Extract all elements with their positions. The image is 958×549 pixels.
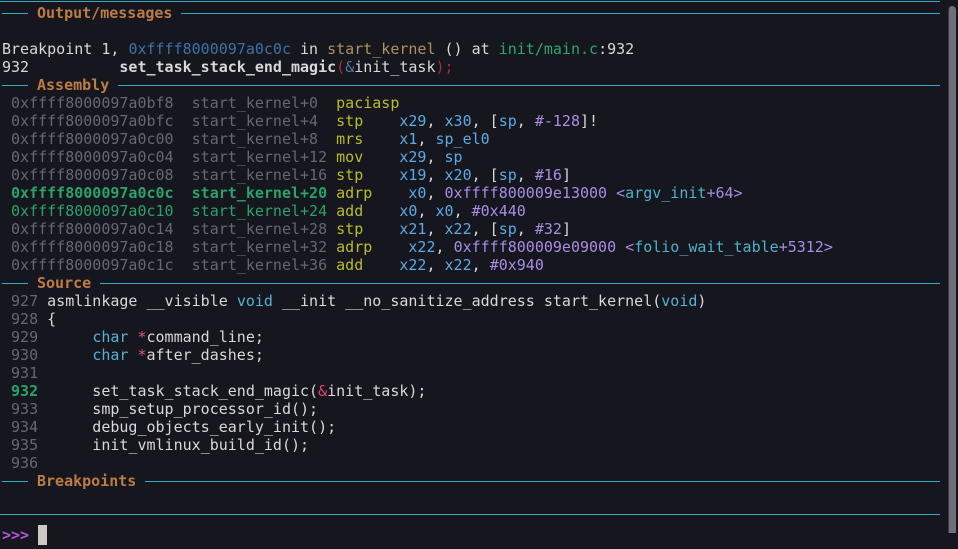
section-divider-breakpoints: Breakpoints — [2, 472, 940, 490]
section-divider-output-messages: Output/messages — [2, 4, 940, 22]
src-line: 934 debug_objects_early_init(); — [2, 418, 940, 436]
section-title: Output/messages — [37, 4, 172, 22]
blank-line — [2, 22, 940, 40]
asm-line: 0xffff8000097a0bf8 start_kernel+0 pacias… — [2, 94, 940, 112]
src-line: 931 — [2, 364, 940, 382]
command-prompt[interactable]: >>> — [2, 520, 940, 549]
section-divider-assembly: Assembly — [2, 76, 940, 94]
terminal-screen: Output/messages Breakpoint 1, 0xffff80000… — [0, 0, 958, 533]
asm-line-next: 0xffff8000097a0c10 start_kernel+24 add x… — [2, 202, 940, 220]
src-line: 930 char *after_dashes; — [2, 346, 940, 364]
asm-line: 0xffff8000097a0c00 start_kernel+8 mrs x1… — [2, 130, 940, 148]
src-line: 929 char *command_line; — [2, 328, 940, 346]
asm-line: 0xffff8000097a0c04 start_kernel+12 mov x… — [2, 148, 940, 166]
text-cursor — [38, 525, 47, 545]
section-title: Breakpoints — [37, 472, 136, 490]
src-line: 936 — [2, 454, 940, 472]
src-line: 927 asmlinkage __visible void __init __n… — [2, 292, 940, 310]
console-line-breakpoint-hit: Breakpoint 1, 0xffff8000097a0c0c in star… — [2, 40, 940, 58]
scrollbar-thumb[interactable] — [948, 6, 956, 533]
section-title: Assembly — [37, 76, 109, 94]
section-divider-source: Source — [2, 274, 940, 292]
src-line: 935 init_vmlinux_build_id(); — [2, 436, 940, 454]
terminal-rows: Output/messages Breakpoint 1, 0xffff80000… — [2, 4, 940, 520]
asm-line: 0xffff8000097a0c08 start_kernel+16 stp x… — [2, 166, 940, 184]
src-line: 928 { — [2, 310, 940, 328]
console-line-source-echo: 932 set_task_stack_end_magic(&init_task)… — [2, 58, 940, 76]
section-title: Source — [37, 274, 91, 292]
prompt-symbol: >>> — [2, 526, 29, 544]
src-line-current: 932 set_task_stack_end_magic(&init_task)… — [2, 382, 940, 400]
asm-line: 0xffff8000097a0bfc start_kernel+4 stp x2… — [2, 112, 940, 130]
dashboard-end-rule — [0, 508, 940, 520]
gdb-dashboard: Output/messages Breakpoint 1, 0xffff80000… — [0, 0, 940, 533]
asm-line: 0xffff8000097a0c18 start_kernel+32 adrp … — [2, 238, 940, 256]
asm-line: 0xffff8000097a0c14 start_kernel+28 stp x… — [2, 220, 940, 238]
blank-line — [2, 490, 940, 508]
asm-line-current: 0xffff8000097a0c0c start_kernel+20 adrp … — [2, 184, 940, 202]
scrollbar[interactable] — [946, 0, 958, 533]
asm-line: 0xffff8000097a0c1c start_kernel+36 add x… — [2, 256, 940, 274]
src-line: 933 smp_setup_processor_id(); — [2, 400, 940, 418]
